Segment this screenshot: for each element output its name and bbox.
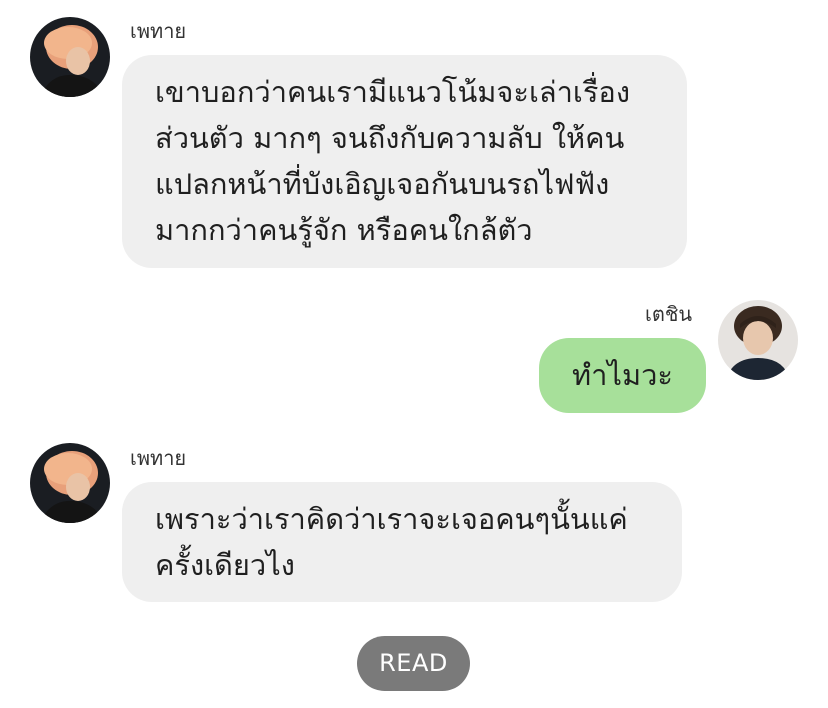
sender-name: เพทาย: [130, 19, 187, 43]
message-bubble[interactable]: เขาบอกว่าคนเรามีแนวโน้มจะเล่าเรื่อง ส่วน…: [122, 55, 687, 268]
avatar-image-icon: [718, 300, 798, 380]
avatar-image-icon: [30, 443, 110, 523]
message-line: ส่วนตัว มากๆ จนถึงกับความลับ ให้คน: [155, 121, 625, 155]
message-line: เพราะว่าเราคิดว่าเราจะเจอคนๆนั้นแค่: [155, 502, 628, 536]
sender-name: เตชิน: [645, 302, 693, 326]
avatar-image-icon: [30, 17, 110, 97]
message-bubble[interactable]: ทำไมวะ: [539, 338, 706, 413]
message-line: แปลกหน้าที่บังเอิญเจอกันบนรถไฟฟัง: [155, 167, 610, 201]
sender-name: เพทาย: [130, 446, 187, 470]
avatar[interactable]: [718, 300, 798, 380]
message-line: มากกว่าคนรู้จัก หรือคนใกล้ตัว: [155, 213, 533, 247]
avatar[interactable]: [30, 17, 110, 97]
chat-thread: เพทาย เขาบอกว่าคนเรามีแนวโน้มจะเล่าเรื่อ…: [0, 0, 828, 708]
message-bubble[interactable]: เพราะว่าเราคิดว่าเราจะเจอคนๆนั้นแค่ ครั้…: [122, 482, 682, 602]
avatar[interactable]: [30, 443, 110, 523]
message-line: ทำไมวะ: [572, 358, 673, 392]
message-line: ครั้งเดียวไง: [155, 548, 295, 582]
message-line: เขาบอกว่าคนเรามีแนวโน้มจะเล่าเรื่อง: [155, 75, 631, 109]
read-status-badge: READ: [357, 636, 470, 691]
